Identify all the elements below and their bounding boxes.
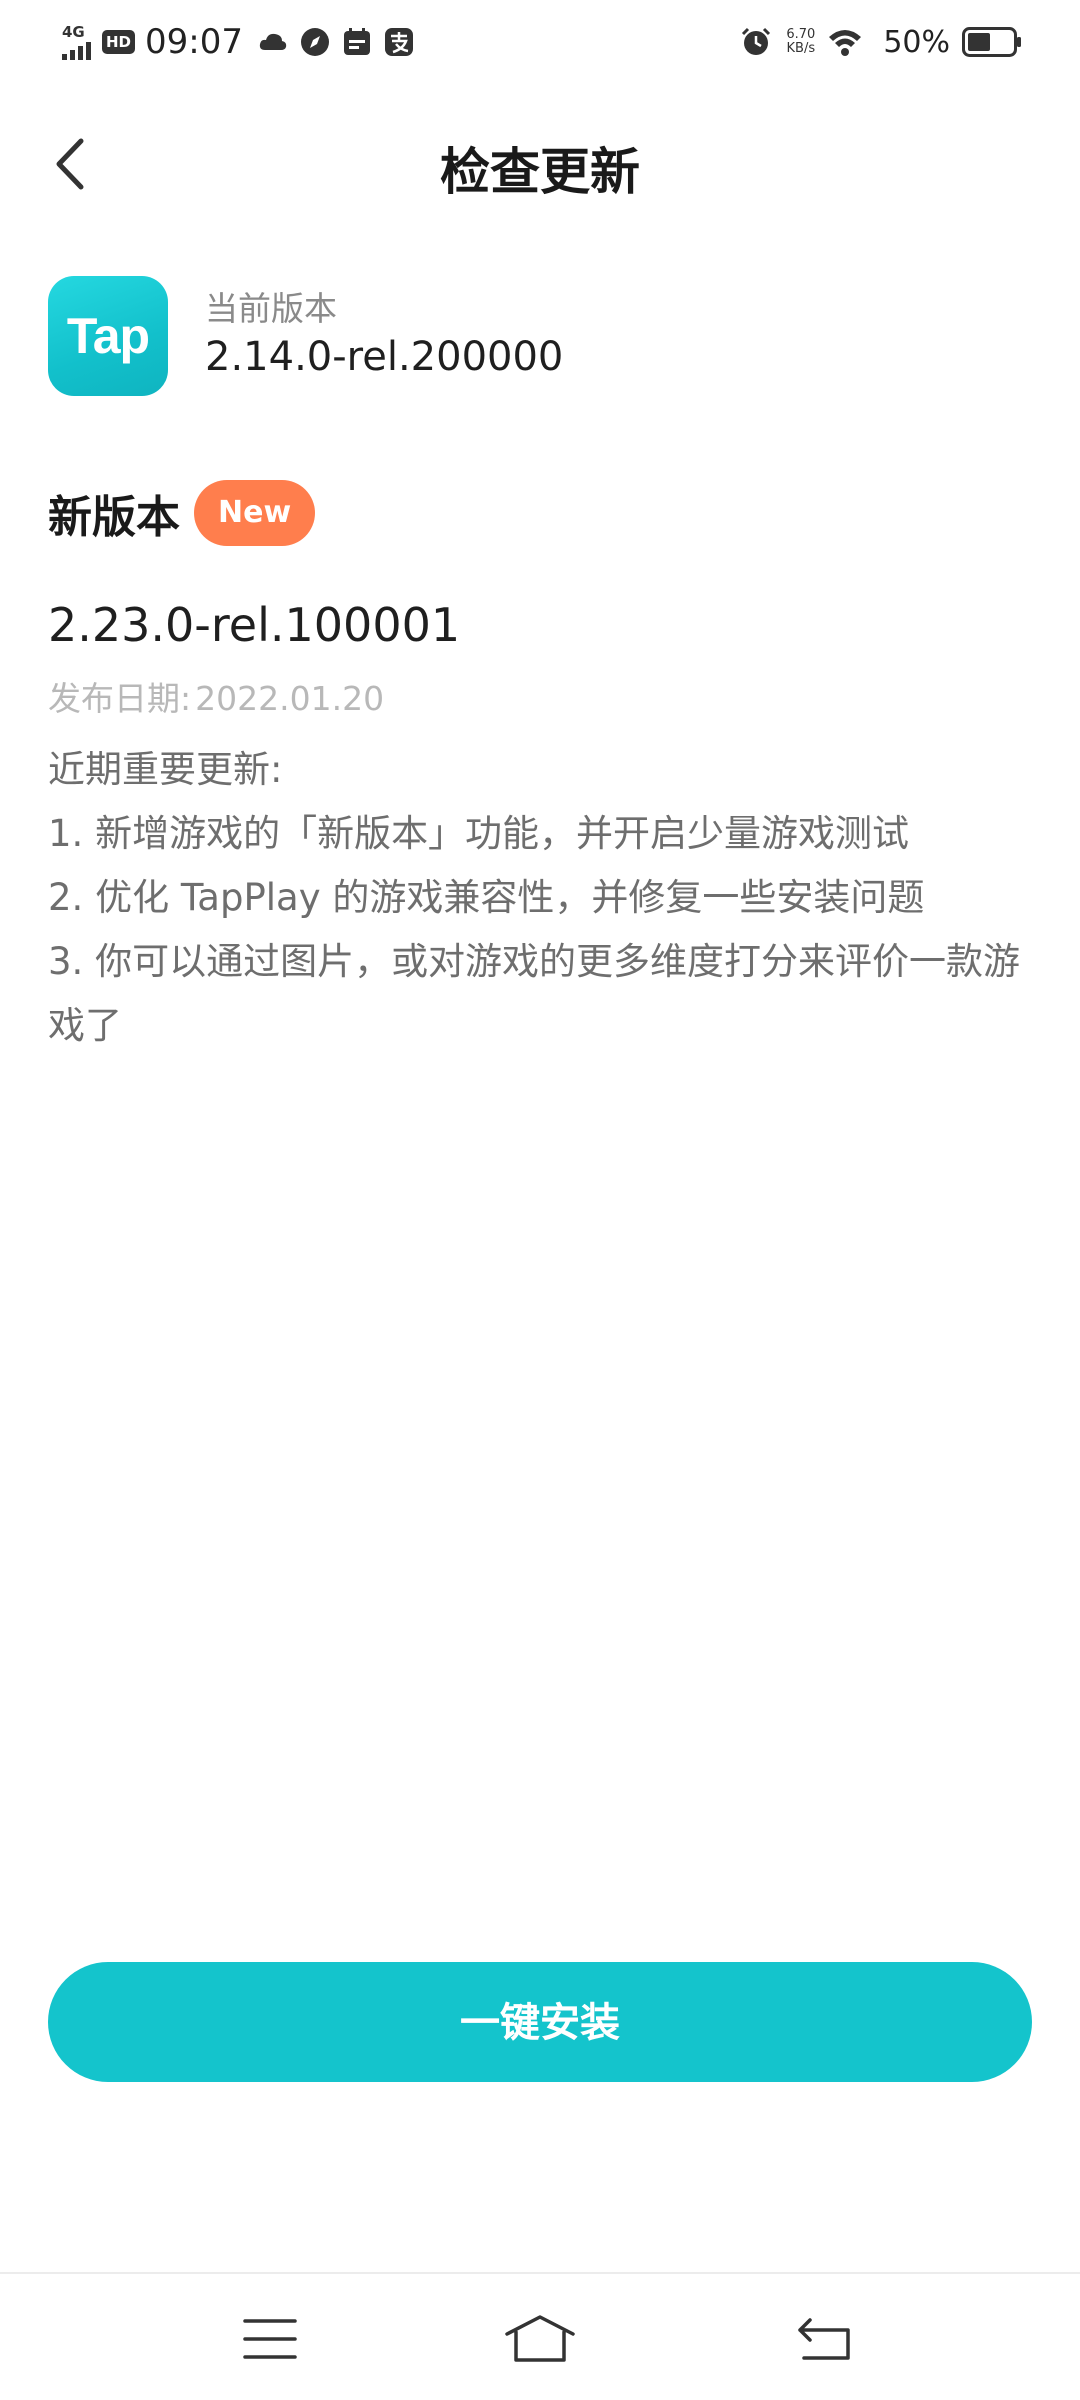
release-date-label: 发布日期: [48,679,192,718]
app-icon-logo-text: Tap [66,308,150,364]
new-version-title: 新版本 [48,492,180,543]
nav-home-button[interactable] [500,2304,580,2374]
nav-menu-button[interactable] [230,2304,310,2374]
new-version-title-row: 新版本 New [48,478,316,548]
release-note-item: 1. 新增游戏的「新版本」功能，并开启少量游戏测试 [48,812,910,855]
alarm-icon [742,27,771,55]
release-note-item: 2. 优化 TapPlay 的游戏兼容性，并修复一些安装问题 [48,876,925,919]
new-badge: New [194,480,316,546]
current-version-label: 当前版本 [205,289,337,328]
cloud-icon [259,33,287,50]
status-bar: 4G HD 09:07 6.70 KB/s 50% [0,0,1080,84]
status-bar-left: 4G HD 09:07 [62,18,425,66]
speed-value: 6.70 [786,27,816,42]
current-version-value: 2.14.0-rel.200000 [205,334,564,380]
compass-icon [301,28,329,56]
network-type: 4G [62,22,85,41]
signal-icon [62,41,91,60]
back-arrow-icon [798,2318,850,2360]
menu-icon [243,2319,297,2359]
clock-time: 09:07 [145,22,243,62]
alipay-icon [385,28,413,56]
release-date: 发布日期: 2022.01.20 [48,672,384,720]
speed-unit: KB/s [786,41,816,56]
wifi-icon [829,30,862,56]
hd-badge: HD [102,30,136,54]
current-version-section: Tap 当前版本 2.14.0-rel.200000 [48,276,1038,398]
release-date-value: 2022.01.20 [195,679,385,718]
system-nav-bar [0,2274,1080,2400]
new-version-value: 2.23.0-rel.100001 [48,598,461,652]
tap-app-icon: Tap [48,276,168,396]
network-speed: 6.70 KB/s [786,28,815,56]
nav-back-button[interactable] [784,2304,864,2374]
release-notes-title: 近期重要更新: [48,748,283,791]
page-title: 检查更新 [440,143,640,201]
network-indicator: 4G [62,22,96,60]
home-icon [505,2315,575,2362]
release-notes: 近期重要更新: 1. 新增游戏的「新版本」功能，并开启少量游戏测试 2. 优化 … [48,738,1038,1058]
header: 检查更新 [0,110,1080,220]
battery-icon [962,27,1021,57]
release-note-item: 3. 你可以通过图片，或对游戏的更多维度打分来评价一款游戏了 [48,940,1021,1047]
calendar-icon [344,28,370,55]
battery-percent: 50% [883,24,950,60]
one-click-install-button[interactable]: 一键安装 [48,1962,1032,2082]
status-bar-right: 6.70 KB/s 50% [740,18,1022,66]
